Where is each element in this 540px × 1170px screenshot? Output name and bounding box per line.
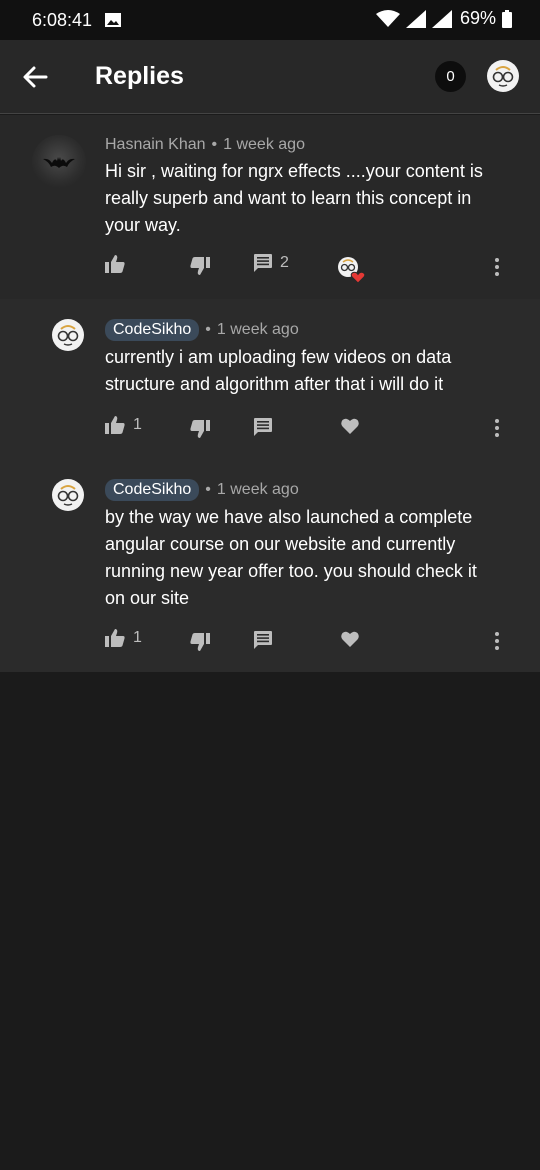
- reply-meta: CodeSikho • 1 week ago: [105, 319, 299, 341]
- reply-actions: 1: [0, 415, 540, 441]
- back-arrow-icon[interactable]: [20, 62, 50, 92]
- main-comment: Hasnain Khan • 1 week ago Hi sir , waiti…: [0, 115, 540, 299]
- reply-text: currently i am uploading few videos on d…: [105, 347, 452, 394]
- commenter-avatar[interactable]: [32, 135, 86, 189]
- reply-button[interactable]: [254, 418, 272, 436]
- reply-button[interactable]: [254, 631, 272, 649]
- image-notification-icon: [105, 13, 121, 27]
- heart-button[interactable]: [341, 631, 359, 647]
- comment-actions: 2: [0, 254, 540, 284]
- reply-time: 1 week ago: [216, 321, 299, 338]
- heart-button[interactable]: [341, 418, 359, 434]
- comment-icon: [254, 418, 272, 436]
- wifi-icon: [375, 9, 400, 27]
- thumbs-up-icon: [105, 629, 125, 647]
- more-options-button[interactable]: [487, 630, 507, 656]
- more-vert-icon: [495, 419, 499, 437]
- dislike-button[interactable]: [190, 632, 210, 652]
- reply-author-chip[interactable]: CodeSikho: [105, 479, 200, 501]
- comment-meta: Hasnain Khan • 1 week ago: [105, 136, 305, 154]
- comment-icon: [254, 254, 272, 272]
- reply-actions: 1: [0, 628, 540, 654]
- reply-count: 2: [280, 254, 289, 271]
- signal-icon-2: [431, 9, 452, 28]
- like-button[interactable]: [105, 254, 125, 274]
- account-avatar[interactable]: [487, 60, 519, 92]
- battery-percent: 69%: [459, 8, 496, 28]
- meta-separator: •: [205, 321, 211, 338]
- comment-icon: [254, 631, 272, 649]
- like-count: 1: [133, 629, 142, 646]
- comment-text: Hi sir , waiting for ngrx effects ....yo…: [105, 161, 483, 235]
- thumbs-down-icon: [190, 420, 210, 438]
- battery-icon: [502, 9, 512, 28]
- reply-avatar[interactable]: [52, 319, 84, 351]
- page-title: Replies: [95, 62, 184, 90]
- thumbs-down-icon: [190, 633, 210, 651]
- heart-icon: [341, 418, 359, 434]
- like-count: 1: [133, 416, 142, 433]
- notification-count-badge[interactable]: 0: [435, 61, 466, 92]
- reply-meta: CodeSikho • 1 week ago: [105, 479, 299, 501]
- creator-heart-icon: [338, 257, 365, 284]
- like-button[interactable]: 1: [105, 415, 142, 435]
- thumbs-up-icon: [105, 255, 125, 273]
- more-vert-icon: [495, 632, 499, 650]
- signal-icon: [405, 9, 426, 28]
- status-time: 6:08:41: [32, 10, 93, 30]
- thumbs-up-icon: [105, 416, 125, 434]
- more-vert-icon: [495, 258, 499, 276]
- status-icons: 69%: [375, 8, 512, 29]
- comment-author[interactable]: Hasnain Khan: [105, 136, 206, 154]
- dislike-button[interactable]: [190, 419, 210, 439]
- comment-time: 1 week ago: [223, 136, 305, 153]
- replies-list: CodeSikho • 1 week ago currently i am up…: [0, 299, 540, 672]
- reply-count-button[interactable]: 2: [254, 254, 289, 272]
- reply-time: 1 week ago: [216, 481, 299, 498]
- more-options-button[interactable]: [487, 256, 507, 282]
- thumbs-down-icon: [190, 257, 210, 275]
- bat-logo-icon: [43, 157, 75, 168]
- more-options-button[interactable]: [487, 417, 507, 443]
- status-bar: 6:08:41 69%: [0, 0, 540, 40]
- dislike-button[interactable]: [190, 256, 210, 276]
- heart-icon: [341, 631, 359, 647]
- app-bar: Replies 0: [0, 40, 540, 114]
- meta-separator: •: [211, 136, 218, 153]
- like-button[interactable]: 1: [105, 628, 142, 648]
- reply-text: by the way we have also launched a compl…: [105, 507, 477, 608]
- reply-author-chip[interactable]: CodeSikho: [105, 319, 200, 341]
- creator-heart-badge: [337, 256, 365, 284]
- reply-avatar[interactable]: [52, 479, 84, 511]
- meta-separator: •: [205, 481, 211, 498]
